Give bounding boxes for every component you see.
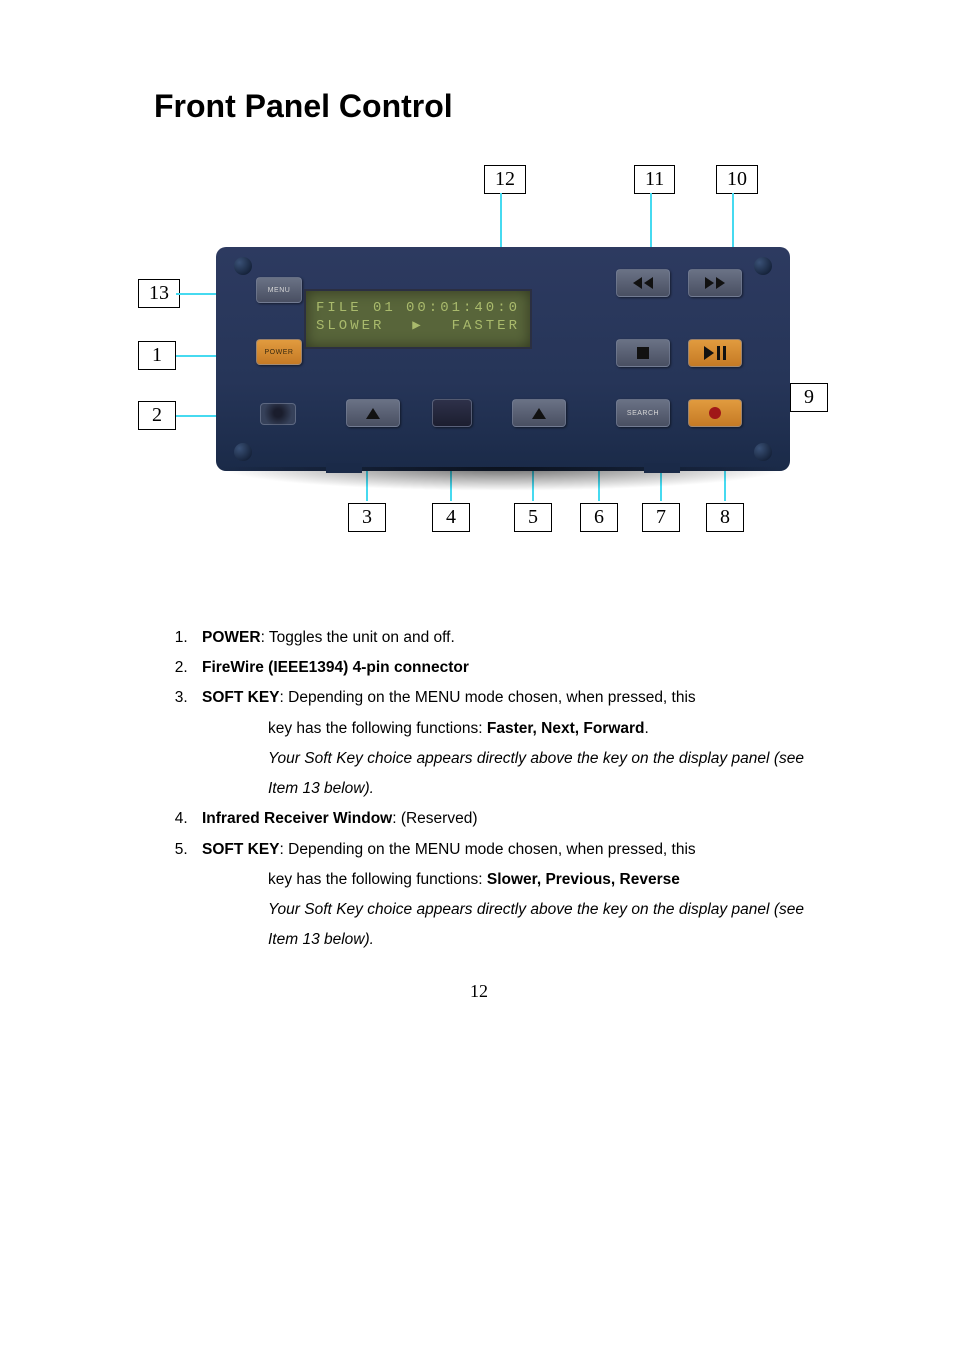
screw-icon: [754, 443, 772, 461]
list-item-text: : Depending on the MENU mode chosen, whe…: [280, 841, 696, 858]
callout-4: 4: [432, 503, 470, 532]
list-item: SOFT KEY: Depending on the MENU mode cho…: [192, 683, 804, 804]
list-item-bold: SOFT KEY: [202, 689, 280, 706]
lcd-file: FILE 01: [316, 299, 396, 317]
record-button: [688, 399, 742, 427]
lcd-play-indicator: ▶: [412, 317, 423, 335]
list-item-bold: Faster, Next, Forward: [487, 720, 645, 737]
list-item-text: key has the following functions:: [268, 871, 487, 888]
list-item: SOFT KEY: Depending on the MENU mode cho…: [192, 835, 804, 956]
device-shadow: [216, 467, 790, 491]
list-item-text: : Toggles the unit on and off.: [261, 629, 455, 646]
page-title: Front Panel Control: [154, 88, 804, 125]
callout-11: 11: [634, 165, 675, 194]
callout-12: 12: [484, 165, 526, 194]
menu-label: MENU: [268, 287, 291, 294]
callout-1: 1: [138, 341, 176, 370]
list-item-bold: Slower, Previous, Reverse: [487, 871, 680, 888]
menu-button: MENU: [256, 277, 302, 303]
search-label: SEARCH: [627, 410, 659, 417]
page-number: 12: [154, 981, 804, 1002]
screw-icon: [234, 443, 252, 461]
callout-5: 5: [514, 503, 552, 532]
soft-key-right: [512, 399, 566, 427]
rewind-icon: [633, 277, 653, 289]
list-item: FireWire (IEEE1394) 4-pin connector: [192, 653, 804, 683]
list-item-bold: Infrared Receiver Window: [202, 810, 392, 827]
callout-2: 2: [138, 401, 176, 430]
lcd-time: 00:01:40:0: [406, 299, 520, 317]
lcd-slower: SLOWER: [316, 317, 384, 335]
callout-13: 13: [138, 279, 180, 308]
ir-window: [432, 399, 472, 427]
callout-7: 7: [642, 503, 680, 532]
callout-10: 10: [716, 165, 758, 194]
list-item-bold: POWER: [202, 629, 261, 646]
list-item: POWER: Toggles the unit on and off.: [192, 623, 804, 653]
play-pause-button: [688, 339, 742, 367]
device-panel: MENU POWER FILE 01 00:01:40:0 SLOWER ▶ F…: [216, 247, 790, 471]
list-item-bold: SOFT KEY: [202, 841, 280, 858]
screw-icon: [234, 257, 252, 275]
list-item-italic: Your Soft Key choice appears directly ab…: [268, 750, 804, 797]
record-icon: [709, 407, 721, 419]
list-item-text: : Depending on the MENU mode chosen, whe…: [280, 689, 696, 706]
callout-8: 8: [706, 503, 744, 532]
soft-key-left: [346, 399, 400, 427]
rewind-button: [616, 269, 670, 297]
stop-button: [616, 339, 670, 367]
list-item-text: key has the following functions:: [268, 720, 487, 737]
firewire-port-icon: [260, 403, 296, 425]
forward-button: [688, 269, 742, 297]
list-item-text: : (Reserved): [392, 810, 477, 827]
power-button: POWER: [256, 339, 302, 365]
callout-9: 9: [790, 383, 828, 412]
description-list: POWER: Toggles the unit on and off. Fire…: [154, 623, 804, 955]
search-button: SEARCH: [616, 399, 670, 427]
diagram: 12 11 10 13 1 2 9 3 4 5 6 7 8: [154, 165, 804, 565]
lcd-faster: FASTER: [452, 317, 520, 335]
stop-icon: [637, 347, 649, 359]
list-item: Infrared Receiver Window: (Reserved): [192, 804, 804, 834]
list-item-bold: FireWire (IEEE1394) 4-pin connector: [202, 659, 469, 676]
play-pause-icon: [704, 346, 726, 360]
callout-6: 6: [580, 503, 618, 532]
lcd-display: FILE 01 00:01:40:0 SLOWER ▶ FASTER: [304, 289, 532, 349]
callout-3: 3: [348, 503, 386, 532]
list-item-italic: Your Soft Key choice appears directly ab…: [268, 901, 804, 948]
screw-icon: [754, 257, 772, 275]
forward-icon: [705, 277, 725, 289]
power-label: POWER: [265, 349, 294, 356]
triangle-up-icon: [366, 408, 380, 419]
triangle-up-icon: [532, 408, 546, 419]
